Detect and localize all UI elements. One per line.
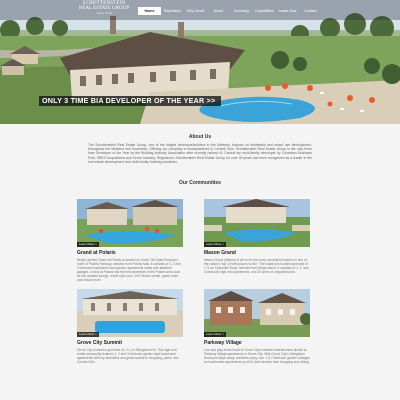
community-card: Learn More > Grand at Polaris Newly open… (77, 199, 183, 282)
community-name[interactable]: Parkway Village (204, 340, 310, 346)
logo-tagline: Since 1946 (96, 11, 112, 15)
community-description: Newly opened Grand at Polaris is located… (77, 257, 181, 282)
developer-award-banner[interactable]: ONLY 3 TIME BIA DEVELOPER OF THE YEAR >> (39, 96, 221, 106)
community-description: Mason Grand (Mason) is set to be the mos… (204, 257, 309, 274)
nav-item-home[interactable]: Home (138, 7, 161, 15)
learn-more-link[interactable]: Learn More > (77, 241, 99, 247)
nav-item-about[interactable]: About (207, 7, 230, 15)
community-card: Learn More > Mason Grand Mason Grand (Ma… (204, 199, 310, 274)
nav-item-contact[interactable]: Contact (299, 7, 322, 15)
hero-banner-image: SCHOTTENSTEIN REAL ESTATE GROUP Since 19… (0, 0, 400, 124)
learn-more-link[interactable]: Learn More > (77, 331, 99, 337)
community-card: Learn More > Grove City Summit Grove Cit… (77, 289, 183, 364)
about-paragraph: The Schottenstein Real Estate Group, one… (88, 143, 312, 164)
community-card: Learn More > Parkway Village Live and pl… (204, 289, 310, 364)
community-description: Grove City Summit is just west of I-71 o… (77, 347, 179, 364)
community-photo[interactable]: Learn More > (77, 199, 183, 247)
communities-heading: Our Communities (179, 180, 221, 186)
about-heading: About Us (188, 134, 212, 140)
company-logo[interactable]: SCHOTTENSTEIN REAL ESTATE GROUP Since 19… (78, 1, 130, 19)
community-photo[interactable]: Learn More > (204, 289, 310, 337)
community-name[interactable]: Grand at Polaris (77, 250, 183, 256)
learn-more-link[interactable]: Learn More > (204, 241, 226, 247)
learn-more-link[interactable]: Learn More > (204, 331, 226, 337)
community-name[interactable]: Grove City Summit (77, 340, 183, 346)
community-photo[interactable]: Learn More > (77, 289, 183, 337)
community-photo[interactable]: Learn More > (204, 199, 310, 247)
nav-item-investing[interactable]: Investing (230, 7, 253, 15)
main-navigation: Home Reputation Why Invest About Investi… (138, 7, 322, 17)
nav-item-why-invest[interactable]: Why Invest (184, 7, 207, 15)
community-name[interactable]: Mason Grand (204, 250, 310, 256)
community-description: Live and play at the heart of Grove City… (204, 347, 310, 364)
nav-item-capabilities[interactable]: Capabilities (253, 7, 276, 15)
nav-item-reputation[interactable]: Reputation (161, 7, 184, 15)
nav-item-lease-now[interactable]: Lease Now (276, 7, 299, 15)
